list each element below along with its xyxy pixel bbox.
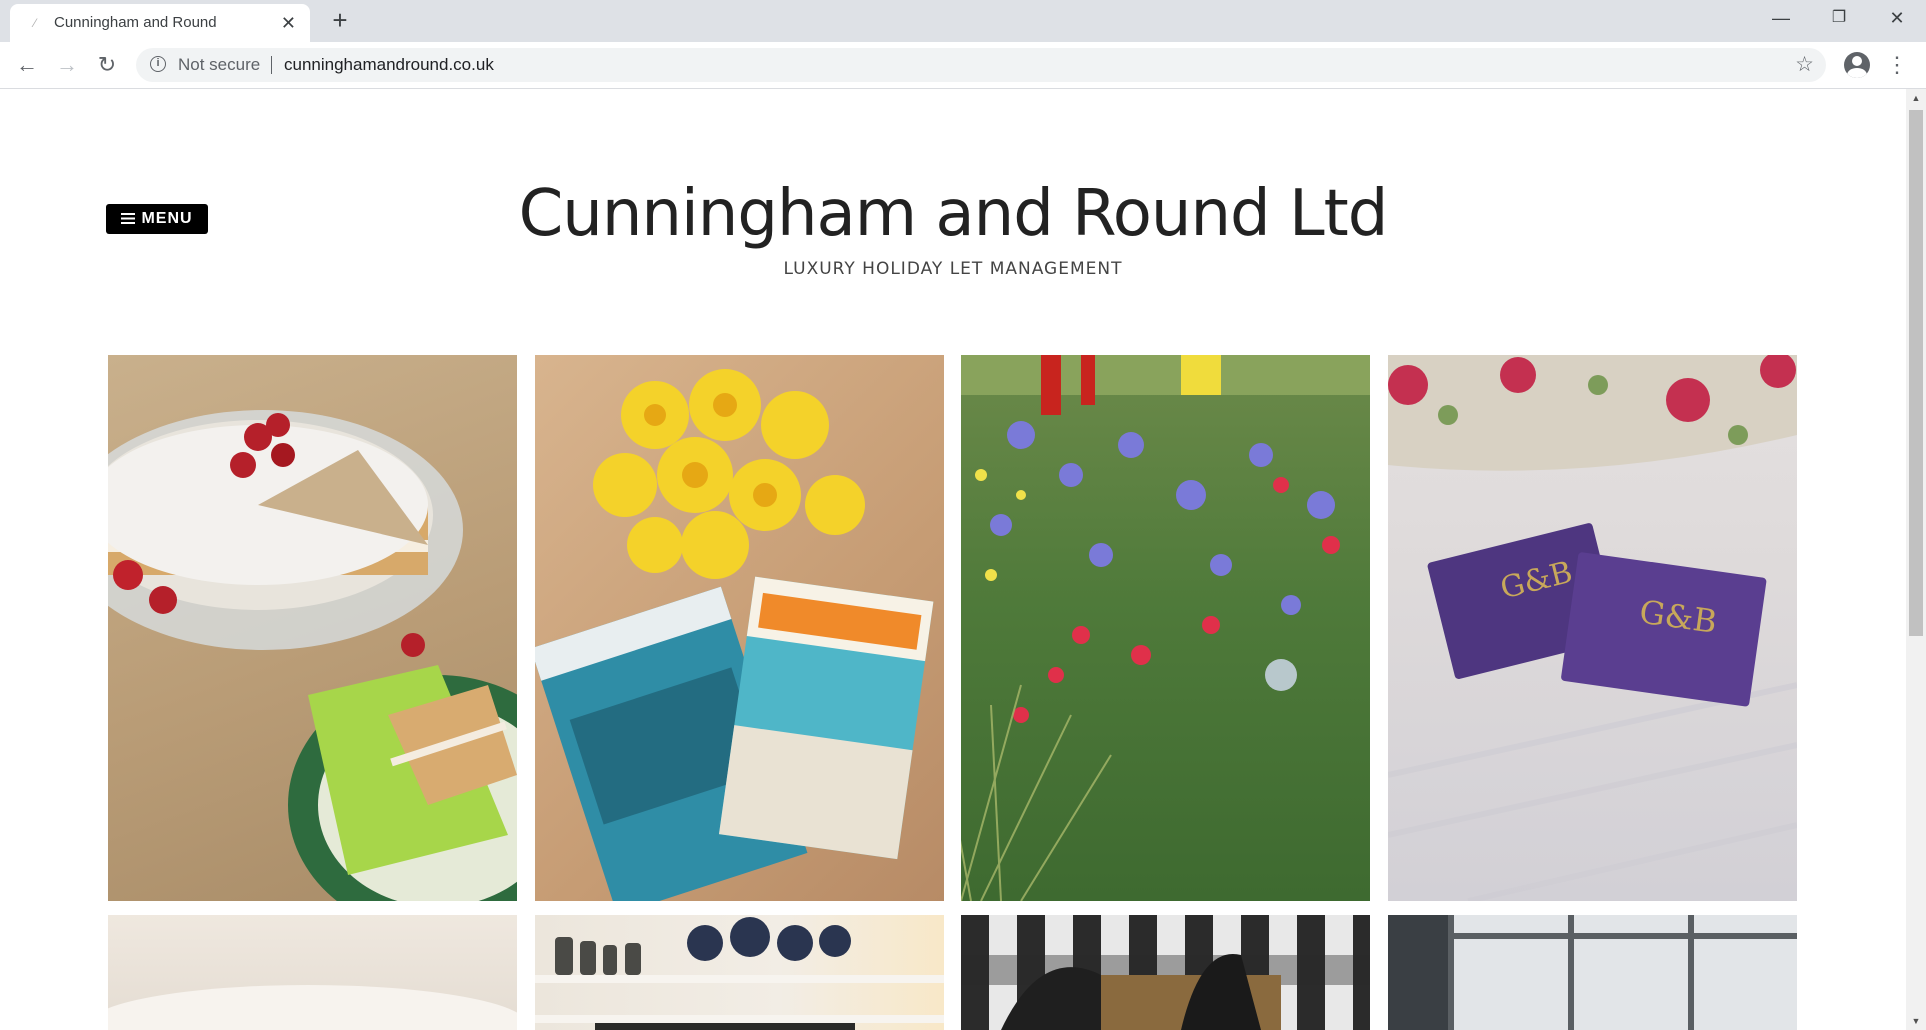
page-favicon-icon: ⁄ [34,16,37,30]
address-separator [271,56,272,74]
new-tab-button[interactable]: + [326,6,354,34]
tab-title: Cunningham and Round [54,14,217,31]
white-towel-photo[interactable] [108,915,517,1030]
kebab-menu-icon[interactable]: ⋮ [1886,50,1908,80]
site-title[interactable]: Cunningham and Round Ltd [0,169,1906,259]
page-scrollbar[interactable]: ▲ ▼ [1906,89,1926,1030]
forward-arrow-icon[interactable]: → [52,50,82,80]
star-icon[interactable]: ☆ [1795,48,1814,82]
back-arrow-icon[interactable]: ← [12,50,42,80]
daffodils-and-magazines-photo[interactable] [535,355,944,901]
salted-caramel-chocolates-photo[interactable]: G&B G&B [1388,355,1797,901]
close-window-button[interactable]: ✕ [1868,0,1926,36]
tab-close-icon[interactable]: ✕ [281,4,296,42]
picnic-basket-photo[interactable] [961,915,1370,1030]
scrollbar-thumb[interactable] [1909,110,1923,636]
browser-tab[interactable]: ⁄ Cunningham and Round ✕ [10,4,310,42]
scroll-up-icon[interactable]: ▲ [1906,89,1926,107]
victoria-sponge-cake-photo[interactable] [108,355,517,901]
window-view-photo[interactable] [1388,915,1797,1030]
scroll-down-icon[interactable]: ▼ [1906,1012,1926,1030]
profile-icon[interactable] [1844,52,1870,78]
site-tagline: LUXURY HOLIDAY LET MANAGEMENT [783,259,1123,279]
info-icon[interactable]: i [150,56,166,72]
restore-button[interactable]: ❐ [1810,0,1868,36]
browser-toolbar: ← → ↻ i Not secure cunninghamandround.co… [0,42,1926,89]
url-text[interactable]: cunninghamandround.co.uk [284,48,494,82]
browser-tab-strip: ⁄ Cunningham and Round ✕ + — ❐ ✕ [0,0,1926,42]
flower-garden-photo[interactable] [961,355,1370,901]
address-bar[interactable]: i Not secure cunninghamandround.co.uk ☆ [136,48,1826,82]
reload-icon[interactable]: ↻ [92,50,122,80]
page-viewport: MENU Cunningham and Round Ltd LUXURY HOL… [0,89,1906,1030]
security-indicator[interactable]: Not secure [178,48,260,82]
minimize-button[interactable]: — [1752,0,1810,36]
dresser-shelf-ceramics-photo[interactable] [535,915,944,1030]
